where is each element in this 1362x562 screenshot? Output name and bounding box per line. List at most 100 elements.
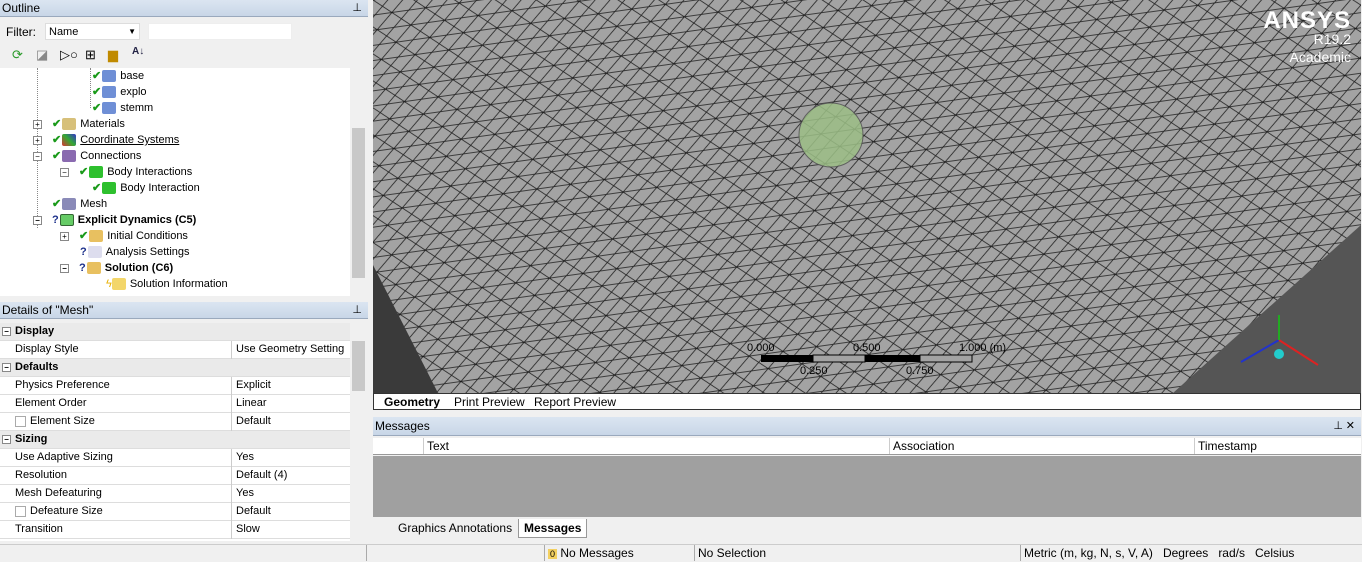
messages-tabs: Graphics Annotations Messages xyxy=(373,518,1361,538)
details-row[interactable]: Resolution Default (4) xyxy=(0,467,350,485)
tree-item-body-interactions[interactable]: − ✔ Body Interactions xyxy=(60,164,192,180)
tab-geometry[interactable]: Geometry xyxy=(384,395,440,409)
tree-item-stemm[interactable]: ✔ stemm xyxy=(92,100,153,116)
tab-graphics-annotations[interactable]: Graphics Annotations xyxy=(398,521,512,535)
property-name: Use Adaptive Sizing xyxy=(14,449,232,467)
outline-scrollbar[interactable] xyxy=(350,68,367,296)
property-value[interactable]: Explicit xyxy=(236,377,271,394)
tree-item-materials[interactable]: + ✔ Materials xyxy=(33,116,125,132)
property-value[interactable]: Use Geometry Setting xyxy=(236,341,344,358)
tree-item-analysis-settings[interactable]: ? Analysis Settings xyxy=(80,244,190,260)
property-value[interactable]: Yes xyxy=(236,449,254,466)
details-section[interactable]: − Sizing xyxy=(0,431,350,449)
section-label: Display xyxy=(15,325,55,337)
tree-item-coordinate-systems[interactable]: + ✔ Coordinate Systems xyxy=(33,132,179,148)
collapse-icon[interactable]: − xyxy=(2,363,11,372)
outline-toolbar: ⟳ ◪ ▷○ ⊞ ▆ A↓ xyxy=(0,45,368,67)
status-messages[interactable]: 0 No Messages xyxy=(544,545,694,561)
graphics-viewport[interactable]: ANSYS R19.2 Academic 0.000 0.500 1.000 (… xyxy=(373,0,1361,393)
property-name: Element Order xyxy=(14,395,232,413)
property-name: Mesh Defeaturing xyxy=(14,485,232,503)
messages-title: Messages xyxy=(375,419,430,433)
details-row[interactable]: Element Order Linear xyxy=(0,395,350,413)
property-name: Physics Preference xyxy=(14,377,232,395)
tree-item-explicit-dynamics[interactable]: −? Explicit Dynamics (C5) xyxy=(33,212,196,228)
message-count-icon: 0 xyxy=(548,549,558,559)
expand-all-icon[interactable]: ⊞ xyxy=(85,47,96,63)
details-row[interactable]: Mesh Defeaturing Yes xyxy=(0,485,350,503)
property-name: Display Style xyxy=(14,341,232,359)
details-row[interactable]: Transition Slow xyxy=(0,521,350,539)
tab-messages[interactable]: Messages xyxy=(518,519,588,538)
tree-item-solution[interactable]: −? Solution (C6) xyxy=(60,260,173,276)
eraser-icon[interactable]: ◪ xyxy=(36,47,48,63)
sort-az-icon[interactable]: A↓ xyxy=(132,46,144,57)
pin-icon[interactable]: ⊥ xyxy=(352,0,362,16)
details-section[interactable]: − Defaults xyxy=(0,359,350,377)
outline-title: Outline xyxy=(2,1,41,15)
column-timestamp[interactable]: Timestamp xyxy=(1194,438,1257,454)
details-row[interactable]: Use Adaptive Sizing Yes xyxy=(0,449,350,467)
tree-item-connections[interactable]: − ✔ Connections xyxy=(33,148,141,164)
column-association[interactable]: Association xyxy=(889,438,1194,454)
close-icon[interactable]: ✕ xyxy=(1346,417,1355,435)
scale-label: 1.000 (m) xyxy=(959,342,1007,354)
viewport-tabs: Geometry Print Preview Report Preview xyxy=(373,393,1361,410)
filter-select[interactable]: Name ▼ xyxy=(45,23,140,40)
collapse-icon[interactable]: − xyxy=(2,435,11,444)
filter-tree-icon[interactable]: ▷○ xyxy=(60,47,78,63)
messages-header: Messages ⊥ ✕ xyxy=(373,417,1361,436)
column-text[interactable]: Text xyxy=(423,438,889,454)
details-header: Details of "Mesh" ⊥ xyxy=(0,302,368,319)
tree-item-explo[interactable]: ✔ explo xyxy=(92,84,147,100)
details-row[interactable]: Physics Preference Explicit xyxy=(0,377,350,395)
pin-icon[interactable]: ⊥ xyxy=(1333,417,1343,435)
property-name: Resolution xyxy=(14,467,232,485)
property-value[interactable]: Default (4) xyxy=(236,467,287,484)
property-name: Element Size xyxy=(14,413,232,431)
tree-item-body-interaction[interactable]: ✔ Body Interaction xyxy=(92,180,200,196)
details-scrollbar[interactable] xyxy=(350,323,367,541)
folder-icon[interactable]: ▆ xyxy=(108,47,118,63)
status-selection: No Selection xyxy=(694,545,1020,561)
section-label: Sizing xyxy=(15,433,48,445)
filter-label: Filter: xyxy=(6,25,36,39)
property-value[interactable]: Yes xyxy=(236,485,254,502)
scale-label: 0.500 xyxy=(853,342,881,354)
triad-sphere xyxy=(1274,349,1284,359)
property-value[interactable]: Default xyxy=(236,413,271,430)
scale-label: 0.250 xyxy=(800,365,828,377)
checkbox[interactable] xyxy=(15,415,26,427)
details-row[interactable]: Defeature Size Default xyxy=(0,503,350,521)
details-table: − Display Display Style Use Geometry Settin… xyxy=(0,323,350,541)
mesh-view xyxy=(373,0,1361,393)
details-section[interactable]: − Display xyxy=(0,323,350,341)
property-value[interactable]: Slow xyxy=(236,521,260,538)
property-value[interactable]: Linear xyxy=(236,395,267,412)
scale-label: 0.000 xyxy=(747,342,775,354)
ansys-logo: ANSYS R19.2 Academic xyxy=(1263,7,1351,66)
filter-value: Name xyxy=(49,26,79,38)
property-value[interactable]: Default xyxy=(236,503,271,520)
details-title: Details of "Mesh" xyxy=(2,303,94,317)
refresh-icon[interactable]: ⟳ xyxy=(12,47,23,63)
tree-item-mesh[interactable]: ✔ Mesh xyxy=(52,196,107,212)
filter-search-input[interactable] xyxy=(148,23,292,40)
tab-report-preview[interactable]: Report Preview xyxy=(534,395,616,409)
status-blank xyxy=(366,545,544,561)
section-label: Defaults xyxy=(15,361,59,373)
details-row[interactable]: Display Style Use Geometry Setting xyxy=(0,341,350,359)
chevron-down-icon: ▼ xyxy=(128,27,136,36)
tree-item-solution-information[interactable]: ϟ Solution Information xyxy=(106,276,228,292)
scale-label: 0.750 xyxy=(906,365,934,377)
tab-print-preview[interactable]: Print Preview xyxy=(454,395,525,409)
tree-item-initial-conditions[interactable]: + ✔ Initial Conditions xyxy=(60,228,188,244)
collapse-icon[interactable]: − xyxy=(2,327,11,336)
pin-icon[interactable]: ⊥ xyxy=(352,302,362,318)
checkbox[interactable] xyxy=(15,505,26,517)
details-row[interactable]: Element Size Default xyxy=(0,413,350,431)
messages-list xyxy=(373,456,1361,517)
property-name: Defeature Size xyxy=(14,503,232,521)
status-units[interactable]: Metric (m, kg, N, s, V, A) Degrees rad/s… xyxy=(1020,545,1335,561)
tree-item-base[interactable]: ✔ base xyxy=(92,68,144,84)
